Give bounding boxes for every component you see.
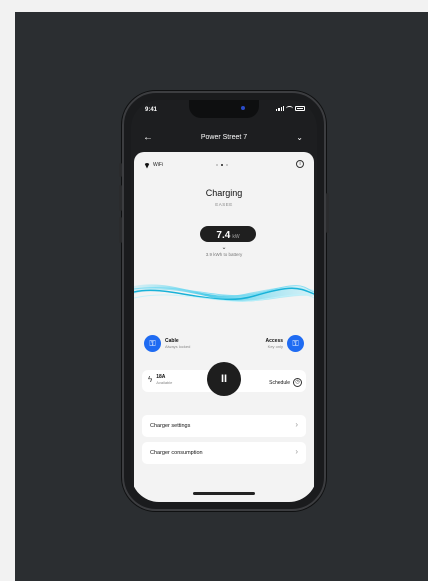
volume-up-button [119, 185, 122, 211]
page-dots [216, 164, 228, 166]
current-limit[interactable]: ϟ 18A Available [148, 374, 172, 385]
app-header: ← Power Street 7 ⌄ [131, 132, 317, 148]
power-readout: 7.4 kW [200, 226, 256, 242]
page-dot[interactable] [216, 164, 218, 166]
phone-screen: 9:41 ← Power Street 7 ⌄ WiFi i Charging … [131, 100, 317, 502]
page-dot-active[interactable] [221, 164, 223, 166]
charging-wave-graphic [134, 284, 314, 302]
power-unit: kW [232, 234, 240, 240]
bolt-icon: ϟ [148, 375, 153, 384]
cable-subtitle: Always locked [165, 343, 191, 349]
page-dot[interactable] [226, 164, 228, 166]
chevron-right-icon: › [295, 447, 298, 456]
schedule-label: Schedule [269, 379, 290, 386]
expand-chevron-icon[interactable]: ⌄ [134, 244, 314, 251]
mute-switch [119, 163, 122, 177]
amps-subtitle: Available [156, 380, 173, 385]
menu-item-label: Charger settings [150, 423, 191, 429]
charging-status: Charging [205, 188, 243, 198]
chevron-right-icon: › [295, 420, 298, 429]
phone-frame: 9:41 ← Power Street 7 ⌄ WiFi i Charging … [119, 91, 329, 511]
power-button [326, 193, 329, 233]
charger-title: Power Street 7 [200, 134, 248, 141]
energy-text: 3.9 kWh to battery [205, 252, 243, 257]
volume-down-button [119, 217, 122, 243]
access-feature[interactable]: ⚿ Access Key only [265, 334, 304, 352]
chevron-down-icon[interactable]: ⌄ [296, 133, 303, 142]
wifi-indicator: WiFi [144, 162, 163, 168]
menu-item-label: Charger consumption [150, 450, 203, 456]
access-title: Access [265, 337, 283, 344]
info-icon[interactable]: i [296, 160, 304, 168]
wifi-icon [144, 163, 150, 168]
power-value: 7.4 [216, 230, 231, 241]
status-bar: 9:41 [131, 104, 317, 116]
brand-label: EASEE [215, 202, 233, 207]
access-subtitle: Key only [267, 343, 283, 349]
schedule-button[interactable]: Schedule ◷ [269, 378, 302, 387]
charger-card: WiFi i Charging EASEE 7.4 kW ⌄ 3.9 kWh to… [134, 152, 314, 502]
pause-button[interactable]: II [207, 362, 241, 396]
cellular-signal-icon [276, 106, 284, 111]
battery-icon [295, 106, 305, 111]
menu-item-charger-consumption[interactable]: Charger consumption › [142, 442, 306, 464]
home-indicator[interactable] [193, 492, 255, 495]
status-time: 9:41 [145, 107, 158, 113]
status-icons [276, 106, 305, 111]
menu-item-charger-settings[interactable]: Charger settings › [142, 415, 306, 437]
lock-icon: ⚿ [144, 334, 161, 352]
cable-lock-feature[interactable]: ⚿ Cable Always locked [144, 334, 190, 352]
wifi-label: WiFi [153, 162, 163, 168]
key-lock-icon: ⚿ [287, 334, 304, 352]
wifi-status-icon [286, 106, 293, 111]
clock-icon: ◷ [293, 378, 302, 387]
